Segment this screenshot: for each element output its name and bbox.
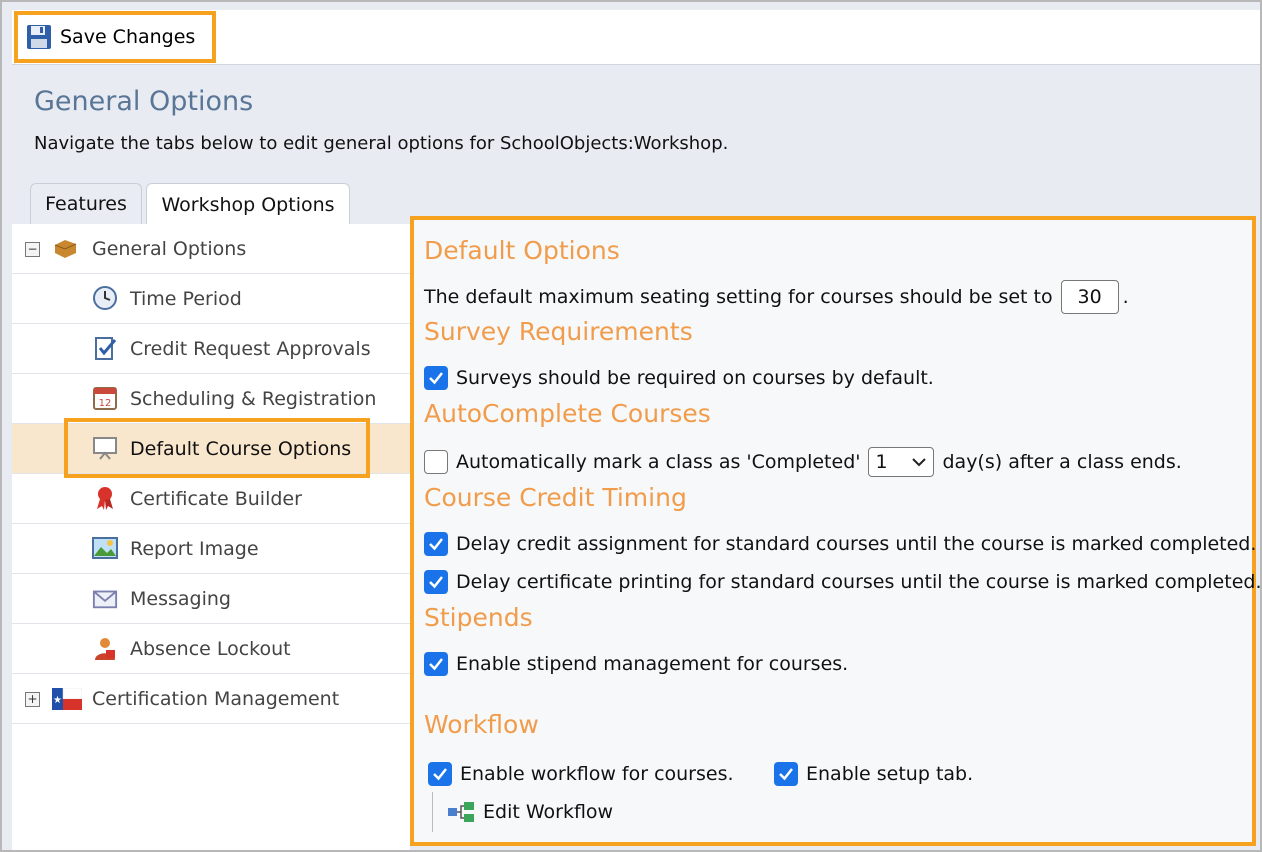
- heading-workflow: Workflow: [424, 710, 539, 739]
- stipend-checkbox[interactable]: [424, 652, 448, 676]
- tree-item-time-period[interactable]: Time Period: [12, 274, 410, 324]
- workflow-enable-label: Enable workflow for courses.: [460, 763, 734, 785]
- autocomplete-days-value: 1: [875, 451, 888, 473]
- seating-suffix: .: [1122, 286, 1129, 308]
- heading-survey-requirements: Survey Requirements: [424, 317, 693, 346]
- tree-item-label: Messaging: [130, 587, 231, 610]
- tree-item-label: Scheduling & Registration: [130, 387, 377, 410]
- save-changes-label: Save Changes: [60, 26, 196, 48]
- tree-item-credit-request-approvals[interactable]: Credit Request Approvals: [12, 324, 410, 374]
- page-title: General Options: [34, 86, 254, 117]
- autocomplete-days-select[interactable]: 1: [868, 447, 935, 477]
- tree-item-label: Credit Request Approvals: [130, 337, 371, 360]
- heading-autocomplete-courses: AutoComplete Courses: [424, 399, 711, 428]
- tree-item-label: Time Period: [130, 287, 242, 310]
- delay-credit-checkbox[interactable]: [424, 532, 448, 556]
- tree-item-report-image[interactable]: Report Image: [12, 524, 410, 574]
- delay-certificate-checkbox[interactable]: [424, 570, 448, 594]
- ribbon-icon: [92, 485, 118, 511]
- workflow-icon: [448, 802, 474, 822]
- delay-credit-row: Delay credit assignment for standard cou…: [424, 532, 1256, 556]
- chevron-down-icon: [912, 458, 927, 467]
- survey-required-label: Surveys should be required on courses by…: [456, 367, 934, 389]
- tree-item-label: General Options: [92, 237, 247, 260]
- delay-credit-label: Delay credit assignment for standard cou…: [456, 533, 1257, 555]
- expand-icon[interactable]: +: [25, 692, 40, 707]
- save-changes-button[interactable]: Save Changes: [14, 11, 216, 63]
- delay-certificate-row: Delay certificate printing for standard …: [424, 570, 1262, 594]
- tab-features[interactable]: Features: [30, 183, 142, 224]
- toolbar: Save Changes: [12, 10, 1260, 65]
- selected-item-highlight: [64, 418, 370, 478]
- svg-text:★: ★: [53, 695, 62, 706]
- survey-required-row: Surveys should be required on courses by…: [424, 366, 934, 390]
- options-tree: − General Options Time Period Credit Req…: [12, 224, 410, 850]
- tree-item-scheduling-registration[interactable]: 12 Scheduling & Registration: [12, 374, 410, 424]
- calendar-icon: 12: [92, 385, 118, 411]
- tree-item-label: Report Image: [130, 537, 259, 560]
- seating-setting-row: The default maximum seating setting for …: [424, 280, 1129, 314]
- tree-item-messaging[interactable]: Messaging: [12, 574, 410, 624]
- person-lock-icon: [92, 635, 118, 661]
- heading-course-credit-timing: Course Credit Timing: [424, 483, 687, 512]
- heading-stipends: Stipends: [424, 603, 533, 632]
- tree-item-label: Absence Lockout: [130, 637, 291, 660]
- tree-item-general-options[interactable]: − General Options: [12, 224, 410, 274]
- clock-icon: [92, 285, 118, 311]
- tab-workshop-options[interactable]: Workshop Options: [146, 183, 350, 226]
- clipboard-check-icon: [92, 335, 118, 361]
- svg-text:12: 12: [99, 398, 112, 409]
- workflow-enable-row: Enable workflow for courses.: [428, 762, 734, 786]
- collapse-icon[interactable]: −: [25, 242, 40, 257]
- tree-item-absence-lockout[interactable]: Absence Lockout: [12, 624, 410, 674]
- workflow-enable-checkbox[interactable]: [428, 762, 452, 786]
- setup-tab-row: Enable setup tab.: [774, 762, 973, 786]
- seating-text: The default maximum seating setting for …: [424, 286, 1053, 308]
- tree-item-certificate-builder[interactable]: Certificate Builder: [12, 474, 410, 524]
- tree-item-certification-management[interactable]: + ★ Certification Management: [12, 674, 410, 724]
- autocomplete-suffix: day(s) after a class ends.: [942, 451, 1182, 473]
- picture-icon: [92, 535, 118, 561]
- edit-workflow-link[interactable]: Edit Workflow: [432, 792, 613, 832]
- autocomplete-checkbox[interactable]: [424, 450, 448, 474]
- heading-default-options: Default Options: [424, 236, 620, 265]
- autocomplete-label: Automatically mark a class as 'Completed…: [456, 451, 861, 473]
- briefcase-icon: [52, 235, 78, 261]
- survey-required-checkbox[interactable]: [424, 366, 448, 390]
- page-description: Navigate the tabs below to edit general …: [34, 133, 729, 154]
- app-window: Save Changes General Options Navigate th…: [0, 0, 1262, 852]
- tree-item-label: Certification Management: [92, 687, 340, 710]
- floppy-disk-icon: [27, 25, 51, 49]
- max-seating-input[interactable]: 30: [1060, 280, 1119, 314]
- autocomplete-row: Automatically mark a class as 'Completed…: [424, 447, 1182, 477]
- tree-item-label: Certificate Builder: [130, 487, 302, 510]
- options-panel: Default Options The default maximum seat…: [410, 216, 1260, 846]
- setup-tab-checkbox[interactable]: [774, 762, 798, 786]
- stipend-label: Enable stipend management for courses.: [456, 653, 849, 675]
- edit-workflow-label: Edit Workflow: [483, 801, 614, 823]
- envelope-icon: [92, 585, 118, 611]
- setup-tab-label: Enable setup tab.: [806, 763, 974, 785]
- texas-flag-icon: ★: [52, 686, 82, 712]
- delay-certificate-label: Delay certificate printing for standard …: [456, 571, 1262, 593]
- stipend-row: Enable stipend management for courses.: [424, 652, 848, 676]
